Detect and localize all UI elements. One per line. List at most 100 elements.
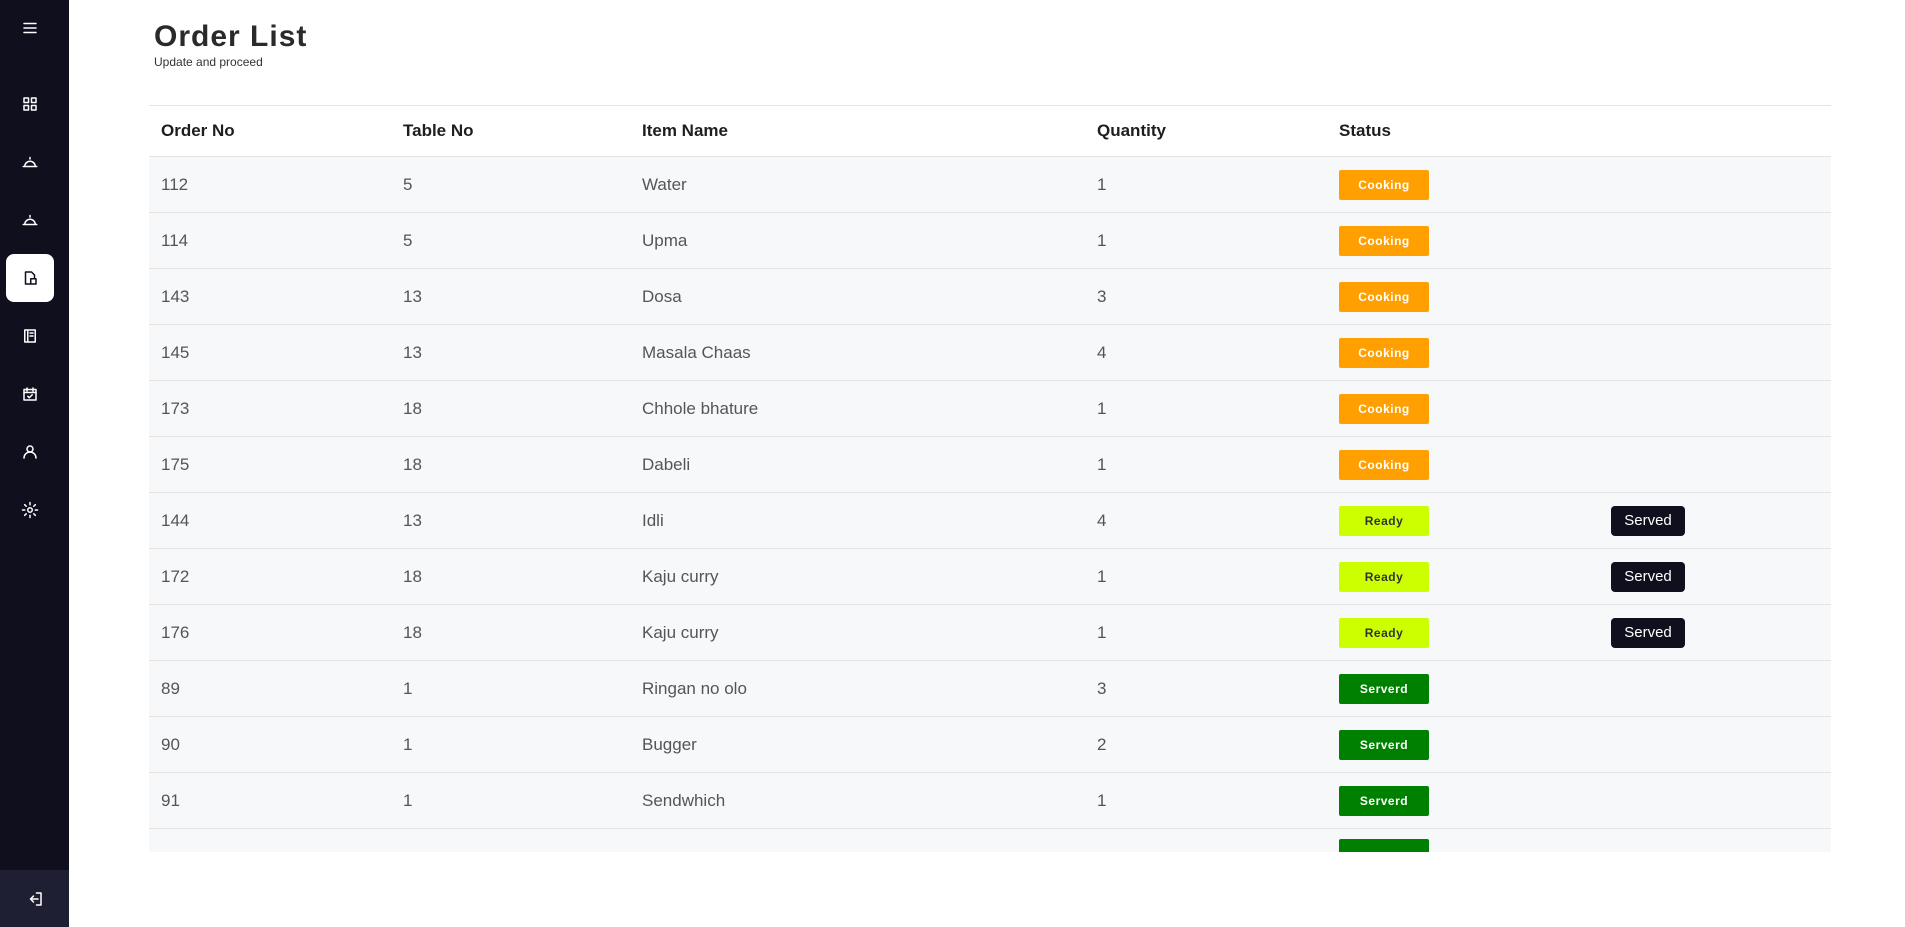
sidebar-item-book[interactable] <box>6 312 54 360</box>
status-cell: Ready <box>1339 505 1429 536</box>
calendar-icon <box>23 387 37 401</box>
status-badge: Cooking <box>1339 337 1429 368</box>
logout-icon <box>29 891 42 906</box>
quantity-cell: 1 <box>1097 398 1107 418</box>
item-name-cell: Kaju curry <box>642 566 719 586</box>
order-no-cell: 145 <box>161 342 190 362</box>
status-cell: Ready <box>1339 561 1429 592</box>
quantity-cell: 1 <box>1097 174 1107 194</box>
served-button[interactable]: Served <box>1611 617 1685 648</box>
cloche-icon <box>22 214 38 226</box>
served-button[interactable]: Served <box>1611 561 1685 592</box>
table-no-cell: 13 <box>403 510 422 530</box>
status-cell <box>1339 839 1429 852</box>
table-body: 112 5 Water 1 Cooking 114 5 Upma 1 Cooking 143 13 Do… <box>149 157 1831 852</box>
order-no-cell: 172 <box>161 566 190 586</box>
order-no-cell: 176 <box>161 622 190 642</box>
table-no-cell: 13 <box>403 286 422 306</box>
status-cell: Cooking <box>1339 393 1429 424</box>
quantity-cell: 1 <box>1097 230 1107 250</box>
status-badge: Ready <box>1339 505 1429 536</box>
status-cell: Serverd <box>1339 785 1429 816</box>
sidebar-item-menu[interactable] <box>6 138 54 186</box>
item-name-cell: Kaju curry <box>642 622 719 642</box>
status-badge: Ready <box>1339 617 1429 648</box>
item-name-cell: Dosa <box>642 286 682 306</box>
item-name-cell: Bugger <box>642 734 697 754</box>
column-header-quantity: Quantity <box>1097 121 1166 140</box>
item-name-cell: Ringan no olo <box>642 678 747 698</box>
order-no-cell: 144 <box>161 510 190 530</box>
status-badge: Cooking <box>1339 393 1429 424</box>
table-no-cell: 18 <box>403 398 422 418</box>
book-icon <box>24 329 36 343</box>
status-badge: Serverd <box>1339 785 1429 816</box>
status-cell: Ready <box>1339 617 1429 648</box>
order-no-cell: 91 <box>161 790 180 810</box>
gear-icon <box>21 501 39 519</box>
table-row: 145 13 Masala Chaas 4 Cooking <box>149 325 1831 381</box>
status-cell: Cooking <box>1339 281 1429 312</box>
order-no-cell: 175 <box>161 454 190 474</box>
order-no-cell: 112 <box>161 174 189 194</box>
page-header: Order List Update and proceed <box>154 20 307 69</box>
item-name-cell: Water <box>642 174 687 194</box>
table-row: 172 18 Kaju curry 1 Ready Served <box>149 549 1831 605</box>
table-row: 143 13 Dosa 3 Cooking <box>149 269 1831 325</box>
status-badge <box>1339 839 1429 852</box>
order-no-cell: 114 <box>161 230 189 250</box>
item-name-cell: Idli <box>642 510 664 530</box>
table-row: 173 18 Chhole bhature 1 Cooking <box>149 381 1831 437</box>
table-header: Order No Table No Item Name Quantity Sta… <box>149 106 1831 157</box>
item-name-cell: Sendwhich <box>642 790 726 810</box>
table-no-cell: 5 <box>403 174 413 194</box>
logout-button[interactable] <box>0 870 69 927</box>
status-cell: Cooking <box>1339 169 1429 200</box>
table-no-cell: 5 <box>403 230 413 250</box>
order-no-cell: 143 <box>161 286 190 306</box>
table-row: 112 5 Water 1 Cooking <box>149 157 1831 213</box>
order-no-cell: 89 <box>161 678 180 698</box>
status-badge: Cooking <box>1339 281 1429 312</box>
item-name-cell: Chhole bhature <box>642 398 759 418</box>
served-button[interactable]: Served <box>1611 505 1685 536</box>
table-row: 175 18 Dabeli 1 Cooking <box>149 437 1831 493</box>
menu-icon[interactable] <box>6 4 54 52</box>
quantity-cell: 1 <box>1097 622 1107 642</box>
status-cell: Serverd <box>1339 673 1429 704</box>
table-row: 89 1 Ringan no olo 3 Serverd <box>149 661 1831 717</box>
orders-icon <box>24 271 37 285</box>
table-no-cell: 18 <box>403 454 422 474</box>
page-subtitle: Update and proceed <box>154 55 263 69</box>
sidebar-item-user[interactable] <box>6 428 54 476</box>
table-row: 90 1 Bugger 2 Serverd <box>149 717 1831 773</box>
sidebar-item-calendar[interactable] <box>6 370 54 418</box>
column-header-item-name: Item Name <box>642 121 728 140</box>
sidebar-item-settings[interactable] <box>6 486 54 534</box>
quantity-cell: 4 <box>1097 342 1107 362</box>
table-row <box>149 829 1831 852</box>
cloche-icon <box>22 156 38 168</box>
status-badge: Cooking <box>1339 449 1429 480</box>
column-header-status: Status <box>1339 121 1391 140</box>
status-badge: Cooking <box>1339 169 1429 200</box>
status-badge: Ready <box>1339 561 1429 592</box>
status-cell: Cooking <box>1339 225 1429 256</box>
order-no-cell: 173 <box>161 398 190 418</box>
quantity-cell: 1 <box>1097 454 1107 474</box>
table-no-cell: 1 <box>403 734 413 754</box>
status-cell: Cooking <box>1339 337 1429 368</box>
sidebar <box>0 0 69 927</box>
table-row: 144 13 Idli 4 Ready Served <box>149 493 1831 549</box>
status-badge: Serverd <box>1339 673 1429 704</box>
table-no-cell: 13 <box>403 342 422 362</box>
column-header-order-no: Order No <box>161 121 235 140</box>
status-cell: Serverd <box>1339 729 1429 760</box>
sidebar-item-dashboard[interactable] <box>6 80 54 128</box>
quantity-cell: 1 <box>1097 790 1107 810</box>
sidebar-item-orders[interactable] <box>6 254 54 302</box>
table-no-cell: 1 <box>403 678 413 698</box>
sidebar-item-kitchen[interactable] <box>6 196 54 244</box>
quantity-cell: 3 <box>1097 678 1107 698</box>
quantity-cell: 3 <box>1097 286 1107 306</box>
